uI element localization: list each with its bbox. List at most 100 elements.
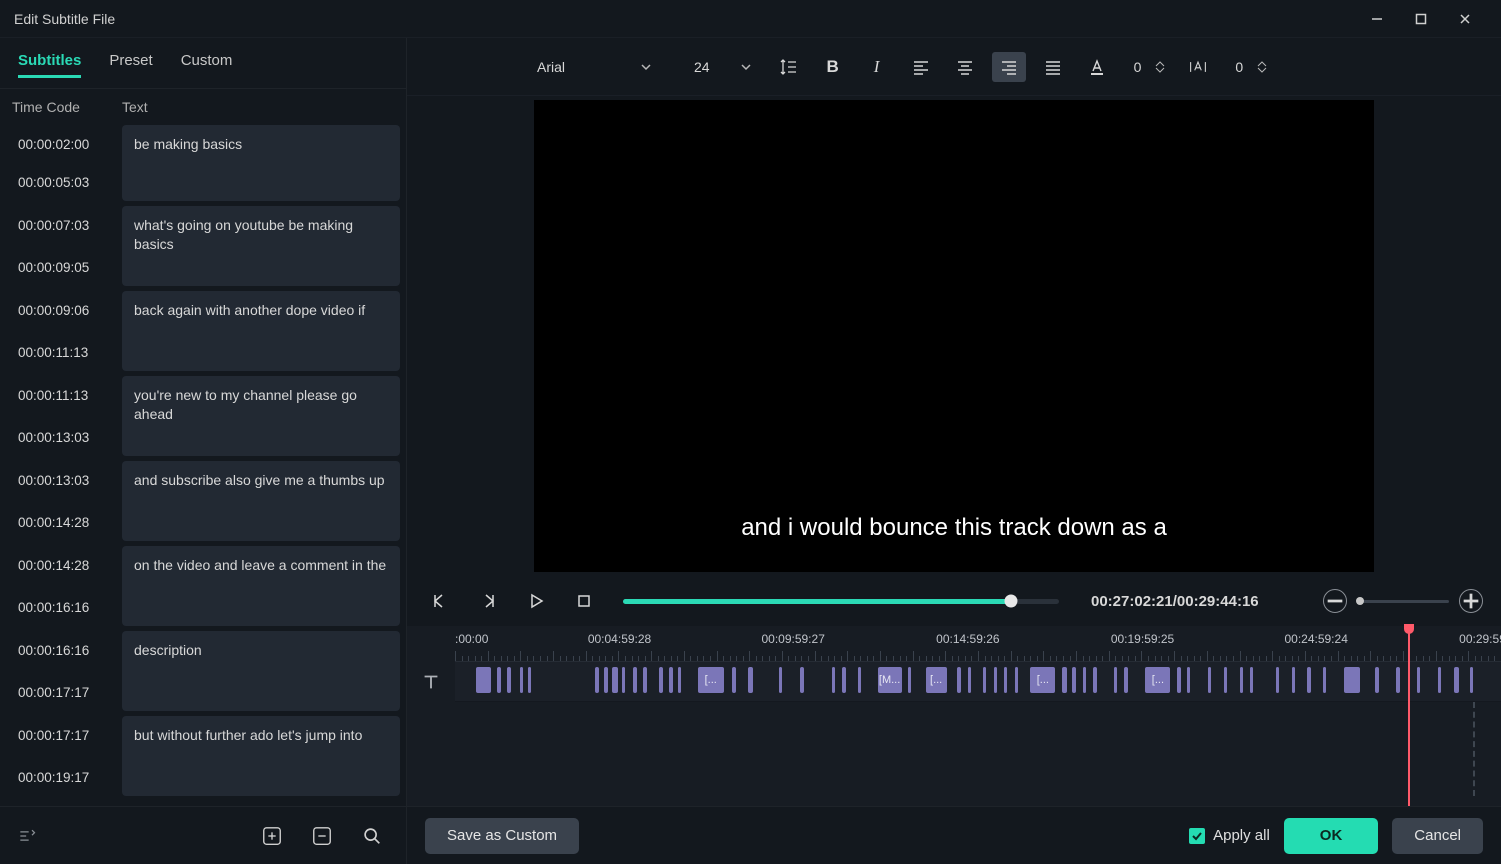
letter-spacing-button[interactable]	[1181, 52, 1215, 82]
subtitle-text[interactable]: on the video and leave a comment in the	[122, 546, 400, 626]
timeline-clip[interactable]	[1292, 667, 1295, 693]
end-time[interactable]: 00:00:13:03	[8, 418, 116, 456]
cancel-button[interactable]: Cancel	[1392, 818, 1483, 854]
subtitle-text[interactable]: be making basics	[122, 125, 400, 201]
timeline-clip[interactable]: [M...	[878, 667, 902, 693]
subtitle-text[interactable]: and subscribe also give me a thumbs up	[122, 461, 400, 541]
timeline-clip[interactable]	[1396, 667, 1399, 693]
timeline-clip[interactable]	[643, 667, 647, 693]
timeline-clip[interactable]	[842, 667, 846, 693]
start-time[interactable]: 00:00:02:00	[8, 125, 116, 163]
text-track-icon[interactable]	[407, 662, 455, 702]
timeline-clip[interactable]	[1083, 667, 1086, 693]
timeline-clip[interactable]	[1276, 667, 1279, 693]
play-button[interactable]	[521, 586, 551, 616]
timeline-clip[interactable]	[1307, 667, 1310, 693]
close-button[interactable]	[1443, 0, 1487, 38]
progress-slider[interactable]	[623, 599, 1059, 604]
timeline-clip[interactable]	[800, 667, 804, 693]
maximize-button[interactable]	[1399, 0, 1443, 38]
start-time[interactable]: 00:00:16:16	[8, 631, 116, 669]
next-frame-button[interactable]	[473, 586, 503, 616]
timeline-clip[interactable]	[528, 667, 531, 693]
timeline-clip[interactable]	[1114, 667, 1117, 693]
timeline-clip[interactable]	[779, 667, 782, 693]
end-time[interactable]: 00:00:09:05	[8, 248, 116, 286]
subtitle-row[interactable]: 00:00:13:03 00:00:14:28and subscribe also…	[8, 461, 400, 541]
align-center-button[interactable]	[948, 52, 982, 82]
end-time[interactable]: 00:00:14:28	[8, 503, 116, 541]
timeline-clip[interactable]	[1470, 667, 1473, 693]
timeline-clip[interactable]	[604, 667, 608, 693]
timeline-clip[interactable]	[994, 667, 997, 693]
text-color-button[interactable]	[1080, 52, 1114, 82]
end-time[interactable]: 00:00:05:03	[8, 163, 116, 201]
subtitle-row[interactable]: 00:00:09:06 00:00:11:13back again with an…	[8, 291, 400, 371]
subtitle-text[interactable]: you're new to my channel please go ahead	[122, 376, 400, 456]
subtitle-track[interactable]: [...[M...[...[...[...	[455, 662, 1501, 702]
start-time[interactable]: 00:00:09:06	[8, 291, 116, 329]
subtitle-list[interactable]: 00:00:02:0000:00:05:03be making basics 0…	[0, 125, 406, 806]
playhead[interactable]	[1408, 626, 1410, 806]
start-time[interactable]: 00:00:14:28	[8, 546, 116, 584]
stop-button[interactable]	[569, 586, 599, 616]
tab-subtitles[interactable]: Subtitles	[18, 52, 81, 78]
ok-button[interactable]: OK	[1284, 818, 1379, 854]
timeline-clip[interactable]	[858, 667, 861, 693]
zoom-thumb[interactable]	[1356, 597, 1364, 605]
timeline-clip[interactable]	[1062, 667, 1067, 693]
italic-button[interactable]: I	[860, 52, 894, 82]
timeline-clip[interactable]	[1187, 667, 1190, 693]
end-time[interactable]: 00:00:11:13	[8, 333, 116, 371]
timeline-clip[interactable]	[507, 667, 511, 693]
timeline-clip[interactable]	[908, 667, 911, 693]
end-time[interactable]: 00:00:17:17	[8, 673, 116, 711]
timeline-clip[interactable]	[476, 667, 491, 693]
align-justify-button[interactable]	[1036, 52, 1070, 82]
timeline-clip[interactable]	[968, 667, 971, 693]
timeline-clip[interactable]	[832, 667, 835, 693]
timeline-clip[interactable]	[983, 667, 986, 693]
timeline-clip[interactable]	[612, 667, 618, 693]
subtitle-text[interactable]: back again with another dope video if	[122, 291, 400, 371]
add-button[interactable]	[252, 816, 292, 856]
timeline-clip[interactable]: [...	[926, 667, 947, 693]
align-left-button[interactable]	[904, 52, 938, 82]
timeline-clip[interactable]	[1454, 667, 1459, 693]
search-button[interactable]	[352, 816, 392, 856]
progress-thumb[interactable]	[1005, 595, 1018, 608]
start-time[interactable]: 00:00:17:17	[8, 716, 116, 754]
font-select[interactable]: Arial	[527, 52, 662, 82]
timeline-clip[interactable]	[1208, 667, 1211, 693]
align-right-button[interactable]	[992, 52, 1026, 82]
timeline-clip[interactable]	[1004, 667, 1007, 693]
line-height-button[interactable]	[772, 52, 806, 82]
timeline-clip[interactable]	[1224, 667, 1227, 693]
timeline-clip[interactable]: [...	[1030, 667, 1055, 693]
timeline-clip[interactable]	[678, 667, 681, 693]
apply-all-checkbox[interactable]: Apply all	[1189, 827, 1270, 844]
timeline-tracks[interactable]: :00:0000:04:59:2800:09:59:2700:14:59:260…	[455, 626, 1501, 806]
start-time[interactable]: 00:00:13:03	[8, 461, 116, 499]
prev-frame-button[interactable]	[425, 586, 455, 616]
timeline-clip[interactable]	[669, 667, 672, 693]
start-time[interactable]: 00:00:11:13	[8, 376, 116, 414]
timeline-clip[interactable]: [...	[1145, 667, 1170, 693]
timeline-clip[interactable]	[633, 667, 637, 693]
settings-icon[interactable]	[14, 823, 40, 849]
remove-button[interactable]	[302, 816, 342, 856]
minimize-button[interactable]	[1355, 0, 1399, 38]
timeline-clip[interactable]	[1177, 667, 1181, 693]
timeline-clip[interactable]	[1015, 667, 1018, 693]
subtitle-row[interactable]: 00:00:16:16 00:00:17:17description	[8, 631, 400, 711]
subtitle-text[interactable]: description	[122, 631, 400, 711]
zoom-in-button[interactable]	[1459, 589, 1483, 613]
bold-button[interactable]: B	[816, 52, 850, 82]
timeline-clip[interactable]	[1323, 667, 1326, 693]
timeline-clip[interactable]	[1072, 667, 1076, 693]
end-time[interactable]: 00:00:19:17	[8, 758, 116, 796]
subtitle-row[interactable]: 00:00:07:0300:00:09:05what's going on yo…	[8, 206, 400, 286]
zoom-slider[interactable]	[1357, 600, 1449, 603]
timeline-clip[interactable]	[497, 667, 501, 693]
font-size-select[interactable]: 24	[684, 52, 762, 82]
